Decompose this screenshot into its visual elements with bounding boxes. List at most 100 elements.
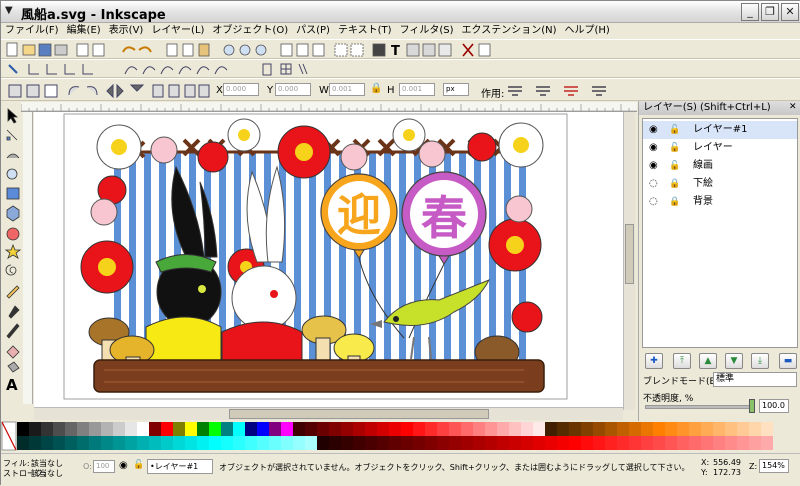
menu-filters[interactable]: フィルタ(S)	[396, 23, 458, 39]
opacity-status-label: O:	[83, 462, 92, 471]
blend-mode-select[interactable]: 標準	[713, 372, 797, 387]
lock-closed-icon[interactable]: 🔒	[669, 175, 680, 193]
snap-toolbar	[1, 59, 800, 78]
menu-extensions[interactable]: エクステンション(N)	[458, 23, 561, 39]
transform-gradient-icon	[564, 86, 578, 96]
visibility-eye-icon[interactable]: ◉	[649, 139, 658, 157]
layer-row[interactable]: ◉ 🔓 レイヤー	[643, 139, 797, 157]
minimize-button[interactable]: _	[741, 3, 759, 21]
lock-ratio-icon[interactable]: 🔒	[370, 83, 382, 94]
opacity-slider[interactable]	[645, 405, 755, 409]
balloon-char-1: 迎	[337, 190, 381, 241]
palette-swatch	[437, 436, 449, 450]
palette-swatch	[257, 422, 269, 436]
snap-guide-icon	[298, 63, 308, 75]
current-layer-select[interactable]: •レイヤー#1	[147, 459, 213, 474]
menu-object[interactable]: オブジェクト(O)	[208, 23, 292, 39]
layer-row[interactable]: ◉ 🔓 線画	[643, 157, 797, 175]
horizontal-scroll-thumb[interactable]	[229, 409, 489, 419]
palette-swatch	[389, 436, 401, 450]
panel-close-icon[interactable]: ✕	[789, 102, 797, 112]
balloon-char-2: 春	[421, 191, 467, 245]
stroke-value[interactable]: 該当なし	[31, 468, 63, 479]
open-icon	[22, 44, 36, 56]
undo-icon	[122, 46, 136, 53]
vertical-scrollbar[interactable]	[623, 112, 635, 410]
layer-row[interactable]: ◌ 🔒 背景	[643, 193, 797, 211]
zoom-drawing-icon	[239, 44, 251, 56]
eraser-tool-icon	[6, 345, 20, 359]
lock-closed-icon[interactable]: 🔒	[669, 193, 680, 211]
y-label: Y	[267, 85, 274, 96]
lock-open-icon[interactable]: 🔓	[669, 139, 680, 157]
unit-select[interactable]: px	[443, 83, 469, 96]
palette-swatch	[629, 436, 641, 450]
horizontal-ruler[interactable]	[20, 102, 637, 112]
palette-swatches[interactable]	[1, 421, 800, 453]
tool-controls-bar: X 0.000 Y 0.000 W 0.001 🔒 H 0.001 px 作用:	[1, 78, 800, 101]
palette-swatch	[413, 436, 425, 450]
palette-swatch	[713, 422, 725, 436]
visibility-eye-icon[interactable]: ◉	[649, 121, 658, 139]
hidden-eye-icon[interactable]: ◌	[649, 193, 658, 211]
visibility-eye-icon[interactable]: ◉	[649, 157, 658, 175]
deselect-icon	[44, 84, 58, 98]
opacity-status-input[interactable]: 100	[93, 460, 115, 473]
lock-open-icon[interactable]: 🔓	[669, 157, 680, 175]
affect-toggles[interactable]	[506, 79, 616, 101]
h-input[interactable]: 0.001	[399, 83, 435, 96]
snap-intersection-icon	[160, 66, 174, 75]
close-button[interactable]: ✕	[781, 3, 799, 21]
print-icon	[54, 44, 68, 56]
opacity-slider-handle[interactable]	[749, 399, 755, 413]
horizontal-scrollbar[interactable]	[34, 407, 623, 420]
snap-nodes-icon	[124, 66, 138, 75]
y-input[interactable]: 0.000	[275, 83, 311, 96]
palette-swatch	[125, 422, 137, 436]
window-menu-icon[interactable]: ▼	[5, 5, 15, 17]
lower-layer-button[interactable]: ▼	[725, 353, 743, 369]
raise-layer-button[interactable]: ▲	[699, 353, 717, 369]
menu-help[interactable]: ヘルプ(H)	[561, 23, 614, 39]
raise-layer-top-button[interactable]: ⤒	[673, 353, 691, 369]
zoom-input[interactable]: 154%	[759, 459, 789, 473]
snap-bbox-mid-icon	[82, 64, 93, 75]
layer-row[interactable]: ◉ 🔓 レイヤー#1	[643, 121, 797, 139]
command-toolbar-icons[interactable]: T	[1, 40, 800, 60]
spiral-tool-icon	[5, 264, 17, 276]
lower-layer-bottom-button[interactable]: ⤓	[751, 353, 769, 369]
w-input[interactable]: 0.001	[329, 83, 365, 96]
menu-file[interactable]: ファイル(F)	[1, 23, 63, 39]
layer-visibility-icon[interactable]: ◉	[119, 460, 128, 471]
palette-swatch	[749, 436, 761, 450]
snap-toolbar-icons[interactable]	[1, 60, 800, 79]
layers-panel-title[interactable]: レイヤー(S) (Shift+Ctrl+L)	[639, 101, 800, 115]
canvas-area[interactable]: 迎 春	[34, 112, 623, 407]
palette-swatch	[353, 436, 365, 450]
vertical-ruler[interactable]	[23, 112, 33, 404]
palette-swatch	[209, 422, 221, 436]
layer-row[interactable]: ◌ 🔒 下絵	[643, 175, 797, 193]
vertical-scroll-thumb[interactable]	[625, 224, 634, 284]
opacity-input[interactable]: 100.0	[759, 399, 789, 413]
menu-text[interactable]: テキスト(T)	[334, 23, 396, 39]
layer-lock-icon[interactable]: 🔓	[133, 460, 144, 470]
select-tool-controls-icons[interactable]	[1, 79, 211, 101]
lock-open-icon[interactable]: 🔓	[669, 121, 680, 139]
menu-layer[interactable]: レイヤー(L)	[147, 23, 208, 39]
restore-button[interactable]: ❐	[761, 3, 779, 21]
snap-bbox-edge-icon	[46, 64, 57, 75]
remove-layer-button[interactable]: ▬	[779, 353, 797, 369]
palette-swatch	[77, 436, 89, 450]
document-properties-icon	[462, 43, 474, 57]
hidden-eye-icon[interactable]: ◌	[649, 175, 658, 193]
menu-view[interactable]: 表示(V)	[105, 23, 148, 39]
add-layer-button[interactable]: ✚	[645, 353, 663, 369]
menu-edit[interactable]: 編集(E)	[63, 23, 105, 39]
palette-swatch	[377, 422, 389, 436]
menu-path[interactable]: パス(P)	[292, 23, 334, 39]
node-tool-icon	[6, 129, 18, 141]
toolbox-icons[interactable]: A	[3, 106, 23, 404]
palette-swatch	[53, 422, 65, 436]
x-input[interactable]: 0.000	[223, 83, 259, 96]
